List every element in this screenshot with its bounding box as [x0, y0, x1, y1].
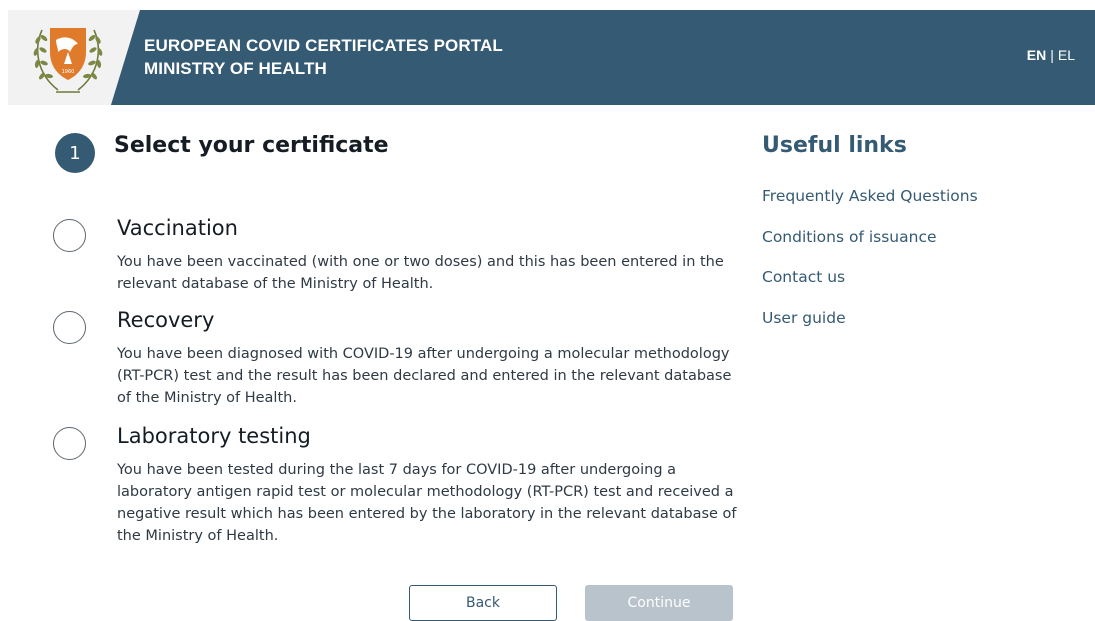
back-button[interactable]: Back	[409, 585, 557, 621]
option-description: You have been tested during the last 7 d…	[117, 462, 737, 544]
user-guide-link[interactable]: User guide	[762, 309, 846, 327]
option-description: You have been diagnosed with COVID-19 af…	[117, 346, 732, 406]
option-title: Recovery	[117, 308, 215, 332]
cyprus-coat-of-arms-icon[interactable]: 1960	[28, 18, 108, 98]
laboratory-testing-radio[interactable]	[53, 427, 86, 460]
portal-title-line2: MINISTRY OF HEALTH	[144, 59, 327, 78]
vaccination-radio[interactable]	[53, 219, 86, 252]
language-en-link[interactable]: EN	[1027, 47, 1046, 63]
option-title: Vaccination	[117, 216, 238, 240]
portal-title-line1: EUROPEAN COVID CERTIFICATES PORTAL	[144, 36, 503, 55]
section-title: Select your certificate	[114, 133, 389, 158]
option-description: You have been vaccinated (with one or tw…	[117, 254, 724, 292]
site-header: 1960 EUROPEAN COVID CERTIFICATES PORTAL …	[8, 10, 1095, 105]
language-el-link[interactable]: EL	[1058, 47, 1075, 63]
language-switcher: EN | EL	[1027, 47, 1075, 63]
option-title: Laboratory testing	[117, 424, 311, 448]
continue-button[interactable]: Continue	[585, 585, 733, 621]
language-separator: |	[1050, 47, 1054, 63]
logo-panel: 1960	[8, 10, 140, 105]
svg-text:1960: 1960	[62, 69, 75, 75]
recovery-radio[interactable]	[53, 311, 86, 344]
portal-title: EUROPEAN COVID CERTIFICATES PORTAL MINIS…	[144, 34, 503, 80]
conditions-of-issuance-link[interactable]: Conditions of issuance	[762, 228, 937, 246]
step-number-badge: 1	[55, 133, 95, 173]
faq-link[interactable]: Frequently Asked Questions	[762, 187, 978, 205]
contact-us-link[interactable]: Contact us	[762, 268, 845, 286]
useful-links-title: Useful links	[762, 133, 907, 158]
